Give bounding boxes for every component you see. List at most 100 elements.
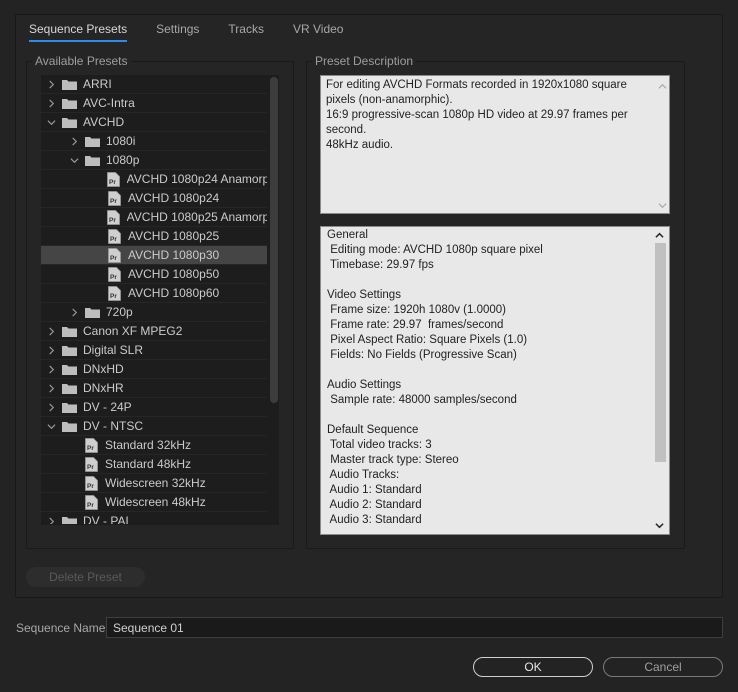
tree-preset-row[interactable]: Pr AVCHD 1080p60 — [41, 284, 267, 303]
tree-horizontal-scrollbar[interactable] — [41, 524, 267, 525]
tree-folder-row[interactable]: ARRI — [41, 75, 267, 94]
scroll-up-arrow-icon[interactable] — [655, 231, 664, 240]
info-lines: General Editing mode: AVCHD 1080p square… — [327, 228, 649, 528]
chevron-right-icon[interactable] — [45, 97, 57, 109]
tab-sequence-presets[interactable]: Sequence Presets — [29, 22, 128, 42]
tree-item-label: AVCHD 1080p60 — [128, 286, 220, 300]
premiere-preset-file-icon: Pr — [108, 266, 121, 282]
scroll-down-arrow-icon[interactable] — [658, 201, 667, 210]
chevron-down-icon[interactable] — [45, 420, 57, 432]
tree-folder-row[interactable]: DV - NTSC — [41, 417, 267, 436]
tree-folder-row[interactable]: AVC-Intra — [41, 94, 267, 113]
tree-folder-row[interactable]: DV - 24P — [41, 398, 267, 417]
tree-preset-row[interactable]: Pr AVCHD 1080p30 — [41, 246, 267, 265]
chevron-right-icon[interactable] — [45, 382, 57, 394]
info-line — [327, 408, 649, 423]
tree-item-label: AVCHD — [83, 115, 125, 129]
svg-text:Pr: Pr — [87, 445, 94, 452]
tree-folder-row[interactable]: Digital SLR — [41, 341, 267, 360]
tree-item-label: DV - 24P — [83, 400, 132, 414]
tree-preset-row[interactable]: Pr Widescreen 48kHz — [41, 493, 267, 512]
info-line: Audio 2: Standard — [327, 499, 422, 511]
chevron-right-icon[interactable] — [68, 306, 80, 318]
info-scroll-thumb[interactable] — [655, 243, 666, 462]
sequence-info-text-area[interactable]: General Editing mode: AVCHD 1080p square… — [320, 226, 670, 535]
tab-tracks[interactable]: Tracks — [228, 22, 264, 42]
tree-item-label: 1080p — [106, 153, 140, 167]
premiere-preset-file-icon: Pr — [85, 456, 98, 472]
info-scrollbar[interactable] — [651, 227, 669, 534]
chevron-down-icon[interactable] — [45, 116, 57, 128]
svg-text:Pr: Pr — [110, 198, 117, 205]
tab-settings[interactable]: Settings — [156, 22, 199, 42]
tree-item-label: DNxHR — [83, 381, 124, 395]
tree-item-label: 1080i — [106, 134, 136, 148]
tree-item-label: AVCHD 1080p25 — [128, 229, 220, 243]
tree-preset-row[interactable]: Pr Widescreen 32kHz — [41, 474, 267, 493]
chevron-right-icon[interactable] — [45, 363, 57, 375]
tree-item-label: 720p — [106, 305, 133, 319]
tree-folder-row[interactable]: DNxHD — [41, 360, 267, 379]
delete-preset-button[interactable]: Delete Preset — [26, 567, 145, 587]
folder-icon — [85, 155, 100, 166]
tree-folder-row[interactable]: DNxHR — [41, 379, 267, 398]
tree-item-label: DNxHD — [83, 362, 124, 376]
tree-preset-row[interactable]: Pr Standard 48kHz — [41, 455, 267, 474]
folder-icon — [85, 307, 100, 318]
scroll-up-arrow-icon[interactable] — [658, 82, 667, 91]
svg-text:Pr: Pr — [87, 464, 94, 471]
tree-folder-row[interactable]: 1080i — [41, 132, 267, 151]
premiere-preset-file-icon: Pr — [106, 209, 120, 225]
tree-vertical-scroll-thumb[interactable] — [270, 77, 278, 403]
sequence-name-input[interactable] — [106, 617, 723, 638]
description-line: 48kHz audio. — [326, 139, 394, 151]
chevron-right-icon[interactable] — [45, 325, 57, 337]
chevron-down-icon[interactable] — [68, 154, 80, 166]
info-line: Timebase: 29.97 fps — [327, 259, 434, 271]
tree-folder-row[interactable]: AVCHD — [41, 113, 267, 132]
tab-vr-video[interactable]: VR Video — [293, 22, 343, 42]
tree-preset-row[interactable]: Pr AVCHD 1080p25 Anamorphic — [41, 208, 267, 227]
tree-folder-row[interactable]: 1080p — [41, 151, 267, 170]
tree-item-label: AVC-Intra — [83, 96, 135, 110]
presets-tree: ARRI AVC-Intra AVCHD 1080i 1080p Pr AVCHD 1080… — [41, 75, 279, 525]
info-line: Video Settings — [327, 289, 401, 301]
description-scrollbar[interactable] — [656, 77, 668, 212]
preset-description-label: Preset Description — [312, 54, 417, 68]
chevron-right-icon[interactable] — [45, 344, 57, 356]
cancel-button[interactable]: Cancel — [603, 657, 723, 677]
ok-button[interactable]: OK — [473, 657, 593, 677]
tree-preset-row[interactable]: Pr Standard 32kHz — [41, 436, 267, 455]
tree-vertical-scrollbar[interactable] — [268, 75, 279, 515]
tree-item-label: DV - NTSC — [83, 419, 143, 433]
premiere-preset-file-icon: Pr — [85, 475, 98, 491]
chevron-right-icon[interactable] — [45, 401, 57, 413]
description-text-area[interactable]: For editing AVCHD Formats recorded in 19… — [320, 75, 670, 214]
folder-icon — [62, 79, 77, 90]
svg-text:Pr: Pr — [87, 483, 94, 490]
tree-preset-row[interactable]: Pr AVCHD 1080p25 — [41, 227, 267, 246]
tree-item-label: AVCHD 1080p25 Anamorphic — [126, 210, 267, 224]
tree-preset-row[interactable]: Pr AVCHD 1080p50 — [41, 265, 267, 284]
tree-preset-row[interactable]: Pr AVCHD 1080p24 Anamorphic — [41, 170, 267, 189]
svg-text:Pr: Pr — [110, 293, 117, 300]
info-line: Pixel Aspect Ratio: Square Pixels (1.0) — [327, 334, 528, 346]
tree-item-label: AVCHD 1080p24 Anamorphic — [126, 172, 267, 186]
chevron-right-icon[interactable] — [68, 135, 80, 147]
description-line: For editing AVCHD Formats recorded in 19… — [326, 79, 627, 106]
tab-bar: Sequence Presets Settings Tracks VR Vide… — [29, 22, 372, 44]
tree-item-label: Standard 32kHz — [105, 438, 192, 452]
info-line: Fields: No Fields (Progressive Scan) — [327, 349, 517, 361]
tree-rows: ARRI AVC-Intra AVCHD 1080i 1080p Pr AVCHD 1080… — [41, 75, 267, 525]
svg-text:Pr: Pr — [110, 255, 117, 262]
info-line: Default Sequence — [327, 424, 419, 436]
info-line: Audio 3: Standard — [327, 514, 422, 526]
tree-folder-row[interactable]: Canon XF MPEG2 — [41, 322, 267, 341]
info-line: Audio 1: Standard — [327, 484, 422, 496]
tree-preset-row[interactable]: Pr AVCHD 1080p24 — [41, 189, 267, 208]
chevron-right-icon[interactable] — [45, 78, 57, 90]
scroll-down-arrow-icon[interactable] — [655, 521, 664, 530]
tree-folder-row[interactable]: 720p — [41, 303, 267, 322]
folder-icon — [62, 421, 77, 432]
info-line — [327, 363, 649, 378]
